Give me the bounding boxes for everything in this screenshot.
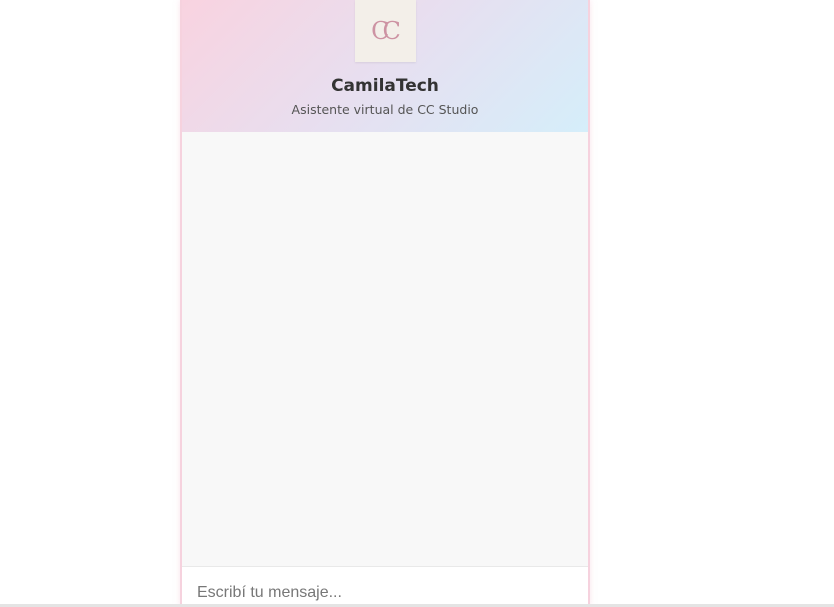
logo-monogram: CC [371,17,401,45]
bot-name: CamilaTech [331,76,439,96]
bot-subtitle: Asistente virtual de CC Studio [291,102,479,117]
messages-area[interactable] [182,132,588,566]
message-composer [182,566,588,607]
page: CC CamilaTech Asistente virtual de CC St… [0,0,834,607]
chat-header: CC CamilaTech Asistente virtual de CC St… [182,0,588,132]
chat-widget: CC CamilaTech Asistente virtual de CC St… [180,0,590,607]
cc-studio-logo: CC [355,0,416,62]
message-input[interactable] [197,581,567,605]
